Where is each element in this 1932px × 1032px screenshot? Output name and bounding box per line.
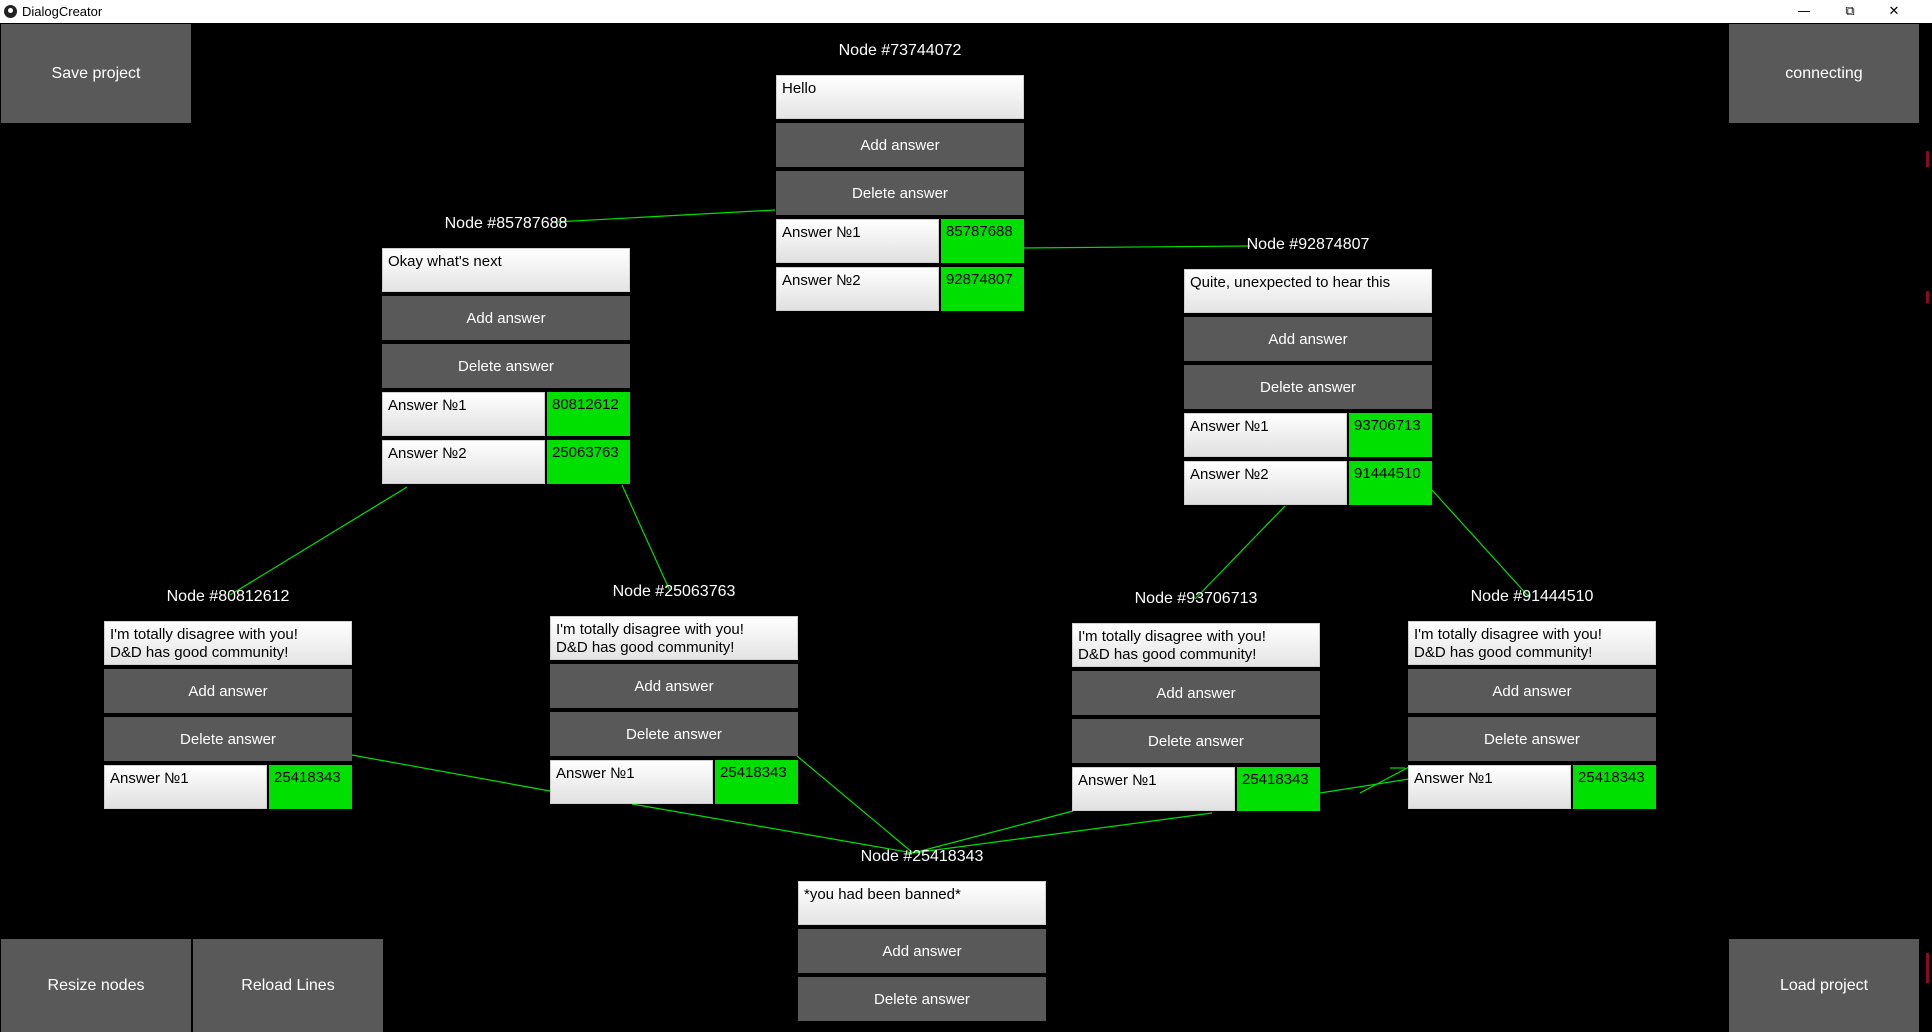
link-line xyxy=(351,754,551,792)
delete-answer-button[interactable]: Delete answer xyxy=(1408,717,1656,761)
answer-row: Answer №2 92874807 xyxy=(776,267,1024,311)
answer-row: Answer №2 91444510 xyxy=(1184,461,1432,505)
add-answer-button[interactable]: Add answer xyxy=(1408,669,1656,713)
dialog-node[interactable]: Node #80812612 I'm totally disagree with… xyxy=(104,588,352,809)
restore-icon[interactable]: ⧉ xyxy=(1828,0,1872,23)
delete-answer-button[interactable]: Delete answer xyxy=(550,712,798,756)
answer-label-field[interactable]: Answer №1 xyxy=(382,392,545,436)
answer-label-field[interactable]: Answer №1 xyxy=(1072,767,1235,811)
link-line xyxy=(229,486,408,596)
answer-label-field[interactable]: Answer №1 xyxy=(776,219,939,263)
add-answer-button[interactable]: Add answer xyxy=(798,929,1046,973)
add-answer-button[interactable]: Add answer xyxy=(776,123,1024,167)
minimize-icon[interactable]: — xyxy=(1782,0,1826,23)
node-title: Node #25418343 xyxy=(860,848,984,865)
node-title: Node #73744072 xyxy=(838,42,962,59)
answer-label-field[interactable]: Answer №1 xyxy=(1184,413,1347,457)
answer-row: Answer №1 25418343 xyxy=(550,760,798,804)
delete-answer-button[interactable]: Delete answer xyxy=(382,344,630,388)
answer-row: Answer №1 85787688 xyxy=(776,219,1024,263)
link-line xyxy=(912,812,1213,854)
node-title: Node #25063763 xyxy=(612,583,736,600)
resize-nodes-button[interactable]: Resize nodes xyxy=(1,939,191,1032)
link-line xyxy=(912,810,1074,854)
answer-row: Answer №2 25063763 xyxy=(382,440,630,484)
node-text-field[interactable]: Hello xyxy=(776,75,1024,119)
reload-lines-button[interactable]: Reload Lines xyxy=(193,939,383,1032)
add-answer-button[interactable]: Add answer xyxy=(382,296,630,340)
answer-target-field[interactable]: 25418343 xyxy=(1237,767,1320,811)
add-answer-button[interactable]: Add answer xyxy=(550,664,798,708)
add-answer-button[interactable]: Add answer xyxy=(1072,671,1320,715)
answer-row: Answer №1 80812612 xyxy=(382,392,630,436)
node-text-field[interactable]: Quite, unexpected to hear this xyxy=(1184,269,1432,313)
link-line xyxy=(796,755,914,854)
node-title: Node #80812612 xyxy=(166,588,290,605)
delete-answer-button[interactable]: Delete answer xyxy=(104,717,352,761)
node-text-field[interactable]: I'm totally disagree with you! D&D has g… xyxy=(1408,621,1656,665)
answer-target-field[interactable]: 91444510 xyxy=(1349,461,1432,505)
dialog-node[interactable]: Node #93706713 I'm totally disagree with… xyxy=(1072,590,1320,811)
close-icon[interactable]: ✕ xyxy=(1872,0,1916,23)
dialog-node[interactable]: Node #25063763 I'm totally disagree with… xyxy=(550,583,798,804)
answer-target-field[interactable]: 85787688 xyxy=(941,219,1024,263)
dialog-node[interactable]: Node #73744072 Hello Add answer Delete a… xyxy=(776,42,1024,311)
edge-marker xyxy=(1926,291,1929,303)
answer-label-field[interactable]: Answer №2 xyxy=(1184,461,1347,505)
answer-label-field[interactable]: Answer №1 xyxy=(1408,765,1571,809)
connection-status-button[interactable]: connecting xyxy=(1729,24,1919,123)
node-title: Node #91444510 xyxy=(1470,588,1594,605)
answer-target-field[interactable]: 80812612 xyxy=(547,392,630,436)
add-answer-button[interactable]: Add answer xyxy=(104,669,352,713)
answer-row: Answer №1 25418343 xyxy=(1072,767,1320,811)
delete-answer-button[interactable]: Delete answer xyxy=(1072,719,1320,763)
answer-label-field[interactable]: Answer №1 xyxy=(550,760,713,804)
answer-row: Answer №1 25418343 xyxy=(1408,765,1656,809)
answer-target-field[interactable]: 25418343 xyxy=(269,765,352,809)
node-text-field[interactable]: Okay what's next xyxy=(382,248,630,292)
save-project-button[interactable]: Save project xyxy=(1,24,191,123)
answer-target-field[interactable]: 25063763 xyxy=(547,440,630,484)
edge-marker xyxy=(1926,151,1929,167)
node-canvas[interactable]: Node #73744072 Hello Add answer Delete a… xyxy=(0,23,1932,1032)
answer-target-field[interactable]: 25418343 xyxy=(715,760,798,804)
delete-answer-button[interactable]: Delete answer xyxy=(1184,365,1432,409)
title-bar: DialogCreator — ⧉ ✕ xyxy=(0,0,1932,23)
node-text-field[interactable]: *you had been banned* xyxy=(798,881,1046,925)
dialog-node[interactable]: Node #25418343 *you had been banned* Add… xyxy=(798,848,1046,1021)
dialog-node[interactable]: Node #92874807 Quite, unexpected to hear… xyxy=(1184,236,1432,505)
node-text-field[interactable]: I'm totally disagree with you! D&D has g… xyxy=(104,621,352,665)
answer-label-field[interactable]: Answer №2 xyxy=(776,267,939,311)
answer-label-field[interactable]: Answer №2 xyxy=(382,440,545,484)
node-text-field[interactable]: I'm totally disagree with you! D&D has g… xyxy=(1072,623,1320,667)
app-logo-icon xyxy=(4,5,17,18)
link-line xyxy=(621,484,671,592)
edge-marker xyxy=(1926,953,1929,983)
link-line xyxy=(1194,505,1286,600)
dialog-node[interactable]: Node #91444510 I'm totally disagree with… xyxy=(1408,588,1656,809)
add-answer-button[interactable]: Add answer xyxy=(1184,317,1432,361)
delete-answer-button[interactable]: Delete answer xyxy=(798,977,1046,1021)
delete-answer-button[interactable]: Delete answer xyxy=(776,171,1024,215)
window-title: DialogCreator xyxy=(22,4,103,19)
answer-target-field[interactable]: 25418343 xyxy=(1573,765,1656,809)
link-line xyxy=(631,803,914,854)
answer-row: Answer №1 25418343 xyxy=(104,765,352,809)
answer-row: Answer №1 93706713 xyxy=(1184,413,1432,457)
dialog-node[interactable]: Node #85787688 Okay what's next Add answ… xyxy=(382,215,630,484)
node-title: Node #85787688 xyxy=(444,215,568,232)
answer-target-field[interactable]: 93706713 xyxy=(1349,413,1432,457)
load-project-button[interactable]: Load project xyxy=(1729,939,1919,1032)
link-line xyxy=(1431,489,1531,599)
answer-label-field[interactable]: Answer №1 xyxy=(104,765,267,809)
node-title: Node #92874807 xyxy=(1246,236,1370,253)
node-text-field[interactable]: I'm totally disagree with you! D&D has g… xyxy=(550,616,798,660)
answer-target-field[interactable]: 92874807 xyxy=(941,267,1024,311)
node-title: Node #93706713 xyxy=(1134,590,1258,607)
